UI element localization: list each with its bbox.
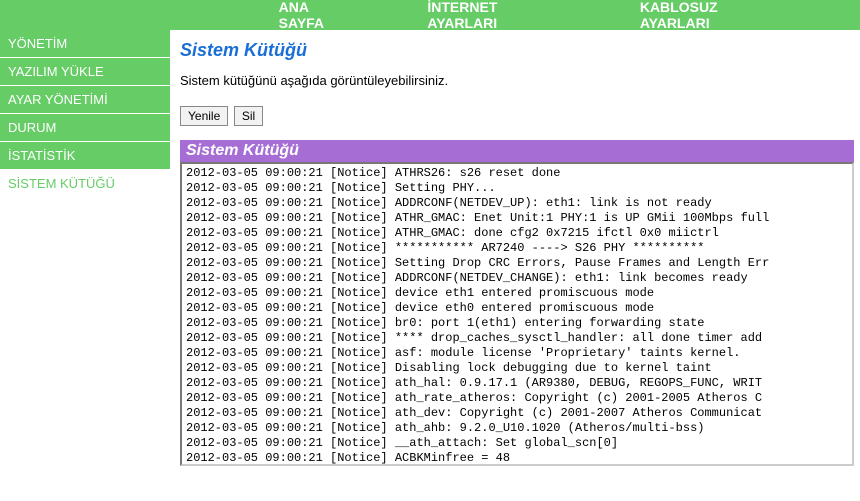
sidebar-item-settings-mgmt[interactable]: AYAR YÖNETİMİ xyxy=(0,86,170,114)
sidebar-item-statistics[interactable]: İSTATİSTİK xyxy=(0,142,170,170)
log-line: 2012-03-05 09:00:21 [Notice] ADDRCONF(NE… xyxy=(186,196,848,211)
page-title: Sistem Kütüğü xyxy=(180,40,854,61)
sidebar-item-management[interactable]: YÖNETİM xyxy=(0,30,170,58)
log-section-header: Sistem Kütüğü xyxy=(180,140,854,162)
page-description: Sistem kütüğünü aşağıda görüntüleyebilir… xyxy=(180,73,854,88)
log-line: 2012-03-05 09:00:21 [Notice] device eth0… xyxy=(186,301,848,316)
log-line: 2012-03-05 09:00:21 [Notice] ath_rate_at… xyxy=(186,391,848,406)
sidebar-item-status[interactable]: DURUM xyxy=(0,114,170,142)
log-line: 2012-03-05 09:00:21 [Notice] ***********… xyxy=(186,241,848,256)
log-line: 2012-03-05 09:00:21 [Notice] ACBKMinfree… xyxy=(186,451,848,466)
log-line: 2012-03-05 09:00:21 [Notice] Setting PHY… xyxy=(186,181,848,196)
log-line: 2012-03-05 09:00:21 [Notice] ath_dev: Co… xyxy=(186,406,848,421)
log-line: 2012-03-05 09:00:21 [Notice] br0: port 1… xyxy=(186,316,848,331)
log-line: 2012-03-05 09:00:21 [Notice] ATHRS26: s2… xyxy=(186,166,848,181)
main-content: Sistem Kütüğü Sistem kütüğünü aşağıda gö… xyxy=(170,30,860,466)
nav-home[interactable]: ANA SAYFA xyxy=(279,0,358,31)
sidebar-item-system-log[interactable]: SİSTEM KÜTÜĞÜ xyxy=(0,170,170,198)
top-nav: ANA SAYFA İNTERNET AYARLARI KABLOSUZ AYA… xyxy=(0,0,860,30)
log-line: 2012-03-05 09:00:21 [Notice] ADDRCONF(NE… xyxy=(186,271,848,286)
log-line: 2012-03-05 09:00:21 [Notice] asf: module… xyxy=(186,346,848,361)
log-textarea[interactable]: 2012-03-05 09:00:21 [Notice] ATHRS26: s2… xyxy=(180,162,854,466)
nav-internet-settings[interactable]: İNTERNET AYARLARI xyxy=(427,0,569,31)
sidebar-item-firmware[interactable]: YAZILIM YÜKLE xyxy=(0,58,170,86)
log-line: 2012-03-05 09:00:21 [Notice] Disabling l… xyxy=(186,361,848,376)
sidebar: YÖNETİM YAZILIM YÜKLE AYAR YÖNETİMİ DURU… xyxy=(0,30,170,466)
log-line: 2012-03-05 09:00:21 [Notice] ath_hal: 0.… xyxy=(186,376,848,391)
log-line: 2012-03-05 09:00:21 [Notice] ATHR_GMAC: … xyxy=(186,211,848,226)
button-row: Yenile Sil xyxy=(180,106,854,126)
log-line: 2012-03-05 09:00:21 [Notice] ath_ahb: 9.… xyxy=(186,421,848,436)
nav-wireless-settings[interactable]: KABLOSUZ AYARLARI xyxy=(640,0,790,31)
refresh-button[interactable]: Yenile xyxy=(180,106,228,126)
log-line: 2012-03-05 09:00:21 [Notice] Setting Dro… xyxy=(186,256,848,271)
log-line: 2012-03-05 09:00:21 [Notice] device eth1… xyxy=(186,286,848,301)
delete-button[interactable]: Sil xyxy=(234,106,263,126)
log-line: 2012-03-05 09:00:21 [Notice] **** drop_c… xyxy=(186,331,848,346)
log-line: 2012-03-05 09:00:21 [Notice] ATHR_GMAC: … xyxy=(186,226,848,241)
log-line: 2012-03-05 09:00:21 [Notice] __ath_attac… xyxy=(186,436,848,451)
